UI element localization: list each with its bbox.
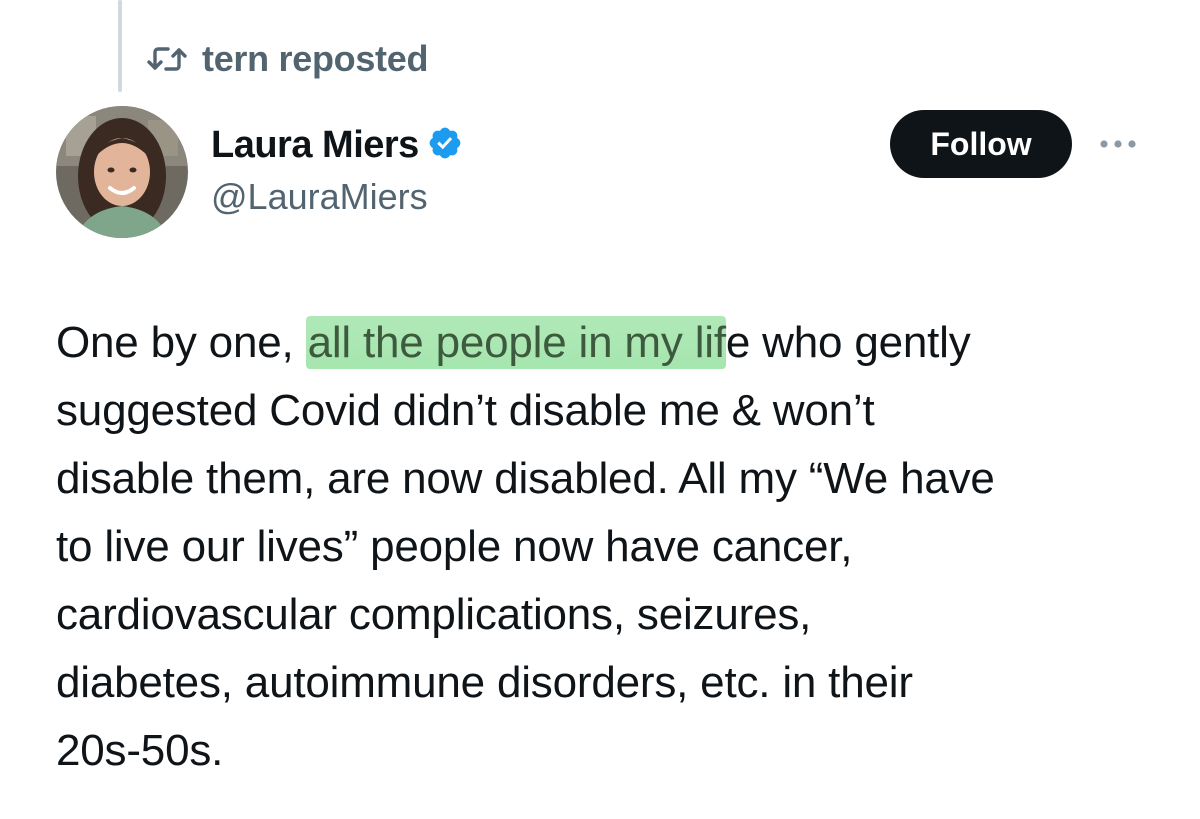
- author-display-name[interactable]: Laura Miers: [211, 124, 419, 167]
- verified-badge-icon: [427, 125, 463, 166]
- highlighted-text: all the people in my lif: [305, 316, 726, 369]
- tweet-line: diabetes, autoimmune disorders, etc. in …: [56, 658, 913, 707]
- repost-icon: [146, 44, 188, 74]
- tweet-body: One by one, all the people in my life wh…: [56, 309, 1166, 785]
- thread-connector-line: [118, 0, 122, 92]
- author-handle[interactable]: @LauraMiers: [211, 176, 428, 218]
- author-name-row[interactable]: Laura Miers: [211, 120, 463, 170]
- repost-context[interactable]: tern reposted: [146, 34, 428, 84]
- tweet-text-segment: e who gently: [725, 318, 971, 367]
- more-dots-icon[interactable]: [1094, 130, 1142, 158]
- follow-button[interactable]: Follow: [890, 110, 1072, 178]
- tweet-line: One by one, all the people in my life wh…: [56, 309, 1166, 377]
- avatar[interactable]: [56, 106, 188, 238]
- tweet-line: to live our lives” people now have cance…: [56, 522, 853, 571]
- tweet-line: disable them, are now disabled. All my “…: [56, 454, 995, 503]
- tweet-line: suggested Covid didn’t disable me & won’…: [56, 386, 875, 435]
- tweet-line: cardiovascular complications, seizures,: [56, 590, 812, 639]
- repost-label: tern reposted: [202, 38, 429, 79]
- tweet-text-segment: One by one,: [56, 318, 306, 367]
- tweet-line: 20s-50s.: [56, 726, 224, 775]
